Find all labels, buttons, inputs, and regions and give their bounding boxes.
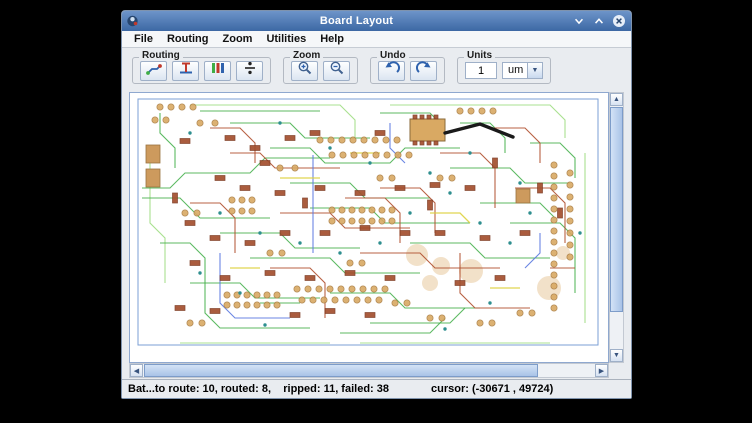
scroll-up-icon[interactable]: ▲	[610, 93, 623, 106]
units-group: Units um ▼	[457, 57, 551, 84]
app-icon	[126, 14, 142, 28]
zoom-in-button[interactable]	[291, 61, 318, 81]
titlebar[interactable]: Board Layout	[122, 11, 631, 31]
smd-parts	[173, 131, 563, 318]
undo-group: Undo	[370, 57, 445, 84]
units-group-label: Units	[464, 50, 495, 61]
scroll-right-icon[interactable]: ▶	[595, 364, 608, 377]
layers-button[interactable]	[204, 61, 231, 81]
redo-button[interactable]	[410, 61, 437, 81]
units-selected-value: um	[503, 63, 527, 78]
statusbar: Bat...to route: 10, routed: 8, ripped: 1…	[122, 379, 631, 398]
ghost-pads	[406, 244, 570, 300]
route-button[interactable]	[140, 61, 167, 81]
vertical-scroll-thumb[interactable]	[610, 107, 623, 312]
vertical-scrollbar[interactable]: ▲ ▼	[609, 92, 624, 363]
menu-zoom[interactable]: Zoom	[216, 32, 260, 46]
autoroute-button[interactable]	[172, 61, 199, 81]
minimize-icon[interactable]	[571, 14, 586, 29]
horizontal-scrollbar[interactable]: ◀ ▶	[129, 363, 609, 378]
menubar: File Routing Zoom Utilities Help	[122, 31, 631, 48]
route-icon	[146, 60, 162, 81]
route-status-text: Bat...to route: 10, routed: 8, ripped: 1…	[128, 383, 389, 395]
toolbar: Routing	[122, 48, 631, 90]
board-layout-window: Board Layout File Routing Zoom Utilities…	[121, 10, 632, 399]
via-button[interactable]	[236, 61, 263, 81]
zoom-in-icon	[297, 60, 313, 81]
layers-icon	[210, 60, 226, 81]
maximize-icon[interactable]	[591, 14, 606, 29]
window-controls	[571, 14, 626, 29]
routing-group-label: Routing	[139, 50, 183, 61]
close-icon[interactable]	[611, 14, 626, 29]
autoroute-icon	[178, 60, 194, 81]
menu-help[interactable]: Help	[313, 32, 351, 46]
chevron-down-icon[interactable]: ▼	[527, 63, 542, 78]
zoom-group: Zoom	[283, 57, 358, 84]
pcb-artwork	[130, 93, 609, 363]
zoom-out-icon	[329, 60, 345, 81]
canvas-panel: ▲ ▼ ◀ ▶	[129, 92, 624, 378]
cursor-position-text: cursor: (-30671 , 49724)	[431, 383, 553, 395]
menu-utilities[interactable]: Utilities	[259, 32, 313, 46]
units-combobox[interactable]: um ▼	[502, 62, 543, 79]
via-icon	[242, 60, 258, 81]
zoom-out-button[interactable]	[323, 61, 350, 81]
scroll-left-icon[interactable]: ◀	[130, 364, 143, 377]
board-viewport[interactable]	[129, 92, 609, 363]
lime-traces	[150, 105, 585, 343]
zoom-group-label: Zoom	[290, 50, 323, 61]
undo-icon	[384, 60, 400, 81]
undo-group-label: Undo	[377, 50, 409, 61]
menu-routing[interactable]: Routing	[160, 32, 216, 46]
horizontal-scroll-thumb[interactable]	[144, 364, 538, 377]
units-value-input[interactable]	[465, 62, 497, 79]
menu-file[interactable]: File	[127, 32, 160, 46]
redo-icon	[416, 60, 432, 81]
routing-group: Routing	[132, 57, 271, 84]
window-title: Board Layout	[142, 15, 571, 27]
scroll-down-icon[interactable]: ▼	[610, 349, 623, 362]
desktop-background: { "window": { "title": "Board Layout" },…	[0, 0, 752, 423]
undo-button[interactable]	[378, 61, 405, 81]
